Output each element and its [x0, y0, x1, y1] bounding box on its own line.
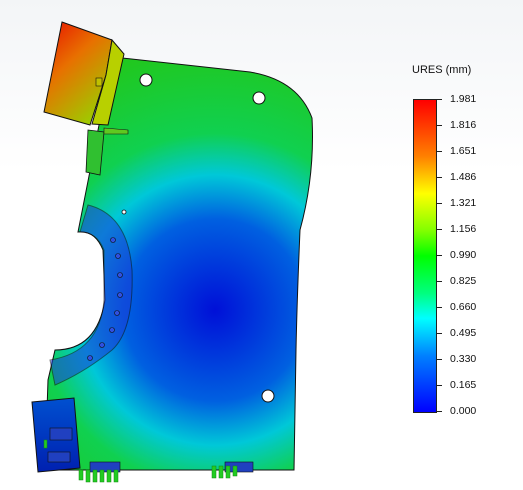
small-hole — [121, 209, 127, 215]
legend-tick-label: 0.330 — [450, 353, 477, 365]
legend-colorbar — [413, 99, 437, 413]
legend-tick-label: 1.651 — [450, 145, 477, 157]
legend-tick-mark — [436, 281, 442, 282]
bracket-slot — [95, 77, 103, 87]
legend-tick-mark — [436, 385, 442, 386]
legend-tick-mark — [436, 203, 442, 204]
legend-tick-mark — [436, 229, 442, 230]
legend-tick-label: 1.156 — [450, 223, 477, 235]
legend-tick-label: 1.816 — [450, 119, 477, 131]
mount-hole — [252, 91, 266, 105]
legend-tick-mark — [436, 99, 442, 100]
legend-tick-mark — [436, 359, 442, 360]
legend-tick-label: 0.495 — [450, 327, 477, 339]
legend-tick-mark — [436, 411, 442, 412]
legend-tick-label: 0.660 — [450, 301, 477, 313]
foot-slot — [47, 451, 71, 463]
legend-tick-mark — [436, 125, 442, 126]
foot-slot — [49, 427, 73, 441]
legend-tick-label: 1.981 — [450, 93, 477, 105]
legend-title: URES (mm) — [412, 64, 472, 76]
mount-hole — [261, 389, 275, 403]
legend-tick-mark — [436, 333, 442, 334]
legend-tick-mark — [436, 307, 442, 308]
legend-tick-mark — [436, 177, 442, 178]
legend-tick-label: 0.000 — [450, 405, 477, 417]
legend-tick-label: 1.486 — [450, 171, 477, 183]
legend-tick-label: 0.990 — [450, 249, 477, 261]
legend-tick-mark — [436, 151, 442, 152]
legend-tick-label: 1.321 — [450, 197, 477, 209]
legend-tick-mark — [436, 255, 442, 256]
legend-tick-label: 0.165 — [450, 379, 477, 391]
mount-hole — [139, 73, 153, 87]
legend-tick-label: 0.825 — [450, 275, 477, 287]
